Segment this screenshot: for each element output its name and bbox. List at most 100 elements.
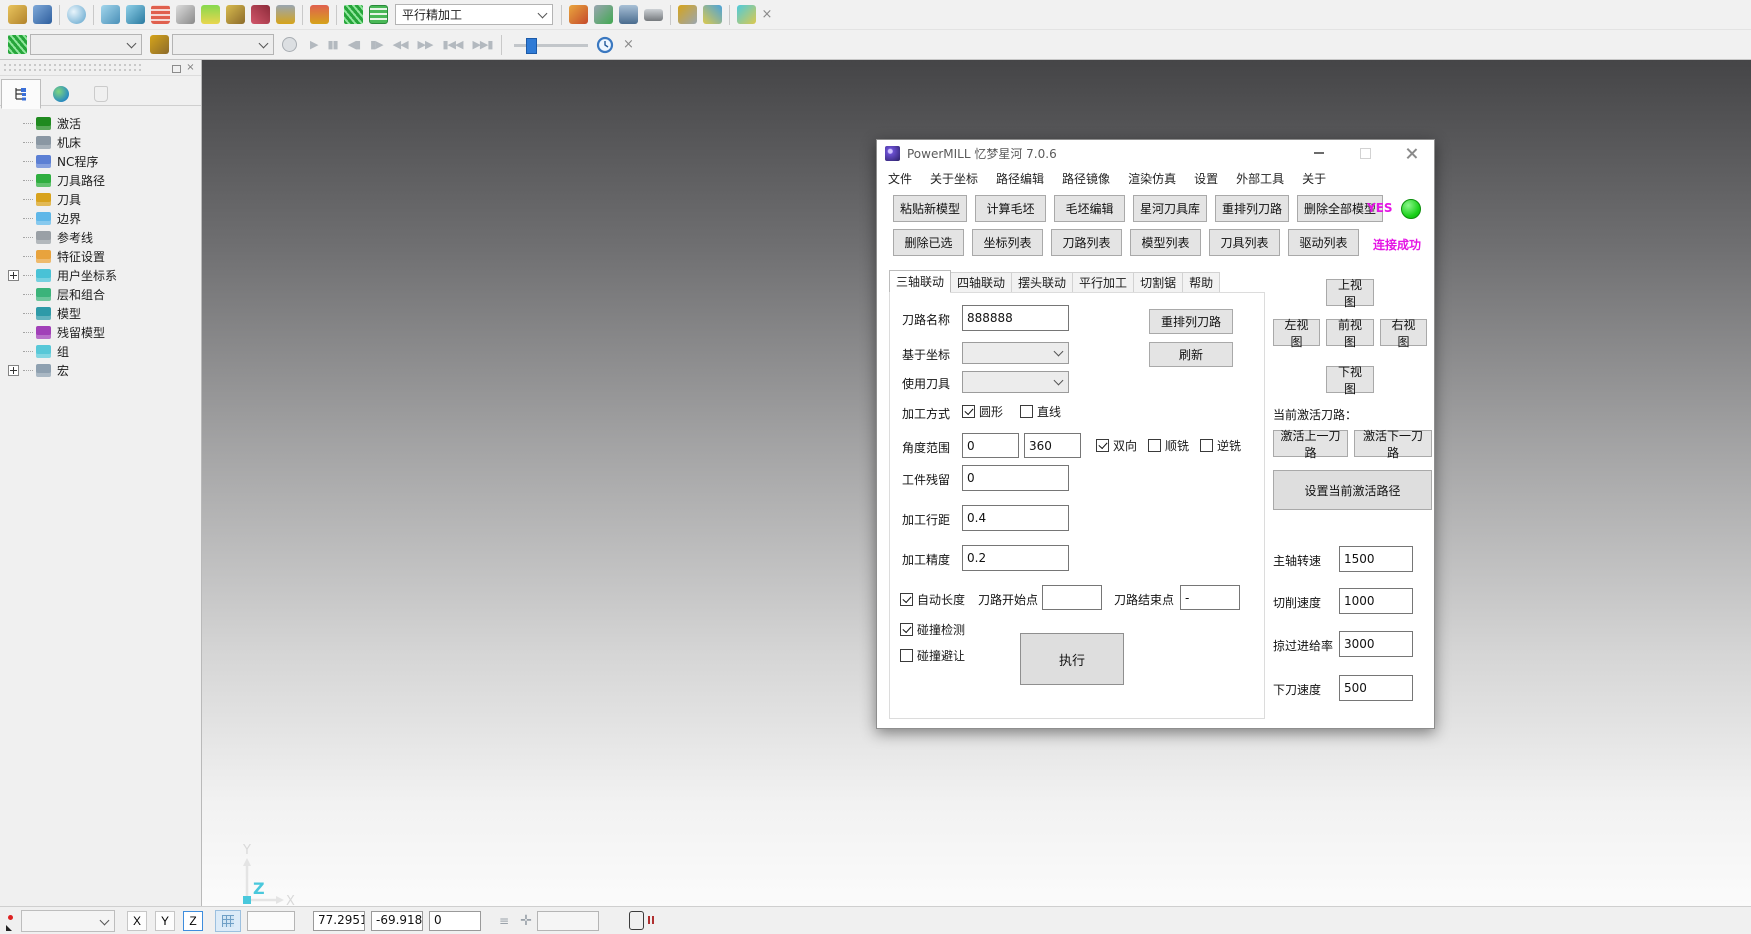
tree-item[interactable]: 刀具 — [2, 190, 201, 209]
slider-handle[interactable] — [526, 38, 537, 54]
tool-pair-icon[interactable] — [678, 5, 697, 24]
checkbox-icon[interactable] — [1096, 439, 1109, 452]
axis-x-button[interactable]: X — [127, 911, 147, 931]
probe-axis-icon[interactable]: ✛ — [520, 913, 532, 929]
action-button[interactable]: 计算毛坯 — [975, 195, 1046, 222]
dialog-tab[interactable]: 切割锯 — [1133, 272, 1183, 293]
action-button[interactable]: 粘贴新模型 — [893, 195, 967, 222]
mode-circle-checkbox[interactable]: 圆形 — [962, 403, 1003, 420]
menu-item[interactable]: 外部工具 — [1227, 170, 1293, 187]
close-button[interactable] — [1388, 140, 1434, 166]
menu-item[interactable]: 关于坐标 — [921, 170, 987, 187]
tree-item[interactable]: 组 — [2, 342, 201, 361]
step-back-icon[interactable]: ◀▮ — [348, 38, 361, 51]
dialog-titlebar[interactable]: PowerMILL 忆梦星河 7.0.6 — [877, 140, 1434, 166]
strategy-dropdown[interactable]: 平行精加工 — [395, 4, 553, 25]
create-block-icon[interactable] — [101, 5, 120, 24]
go-start-icon[interactable]: ▮◀◀ — [442, 38, 462, 51]
save-project-icon[interactable] — [33, 5, 52, 24]
auto-length-checkbox[interactable]: 自动长度 — [900, 591, 965, 608]
sidebar-dock-header[interactable]: × — [0, 60, 201, 76]
checkbox-icon[interactable] — [900, 623, 913, 636]
snap-value-field[interactable] — [247, 911, 295, 931]
print-sphere-icon[interactable] — [67, 5, 86, 24]
collision-avoid-checkbox[interactable]: 碰撞避让 — [900, 647, 965, 664]
tool-red-holder-icon[interactable] — [310, 5, 329, 24]
tool-flame-icon[interactable] — [569, 5, 588, 24]
menu-item[interactable]: 路径镜像 — [1053, 170, 1119, 187]
spindle-speed-input[interactable] — [1339, 546, 1413, 572]
stock-input[interactable] — [962, 465, 1069, 491]
go-end-icon[interactable]: ▶▶▮ — [472, 38, 492, 51]
tree-item[interactable]: 宏 — [2, 361, 201, 380]
coord-z-field[interactable]: 0 — [429, 911, 481, 931]
powermill-ribbon-icon[interactable] — [8, 35, 27, 54]
ruler-icon[interactable] — [644, 9, 663, 21]
rewind-icon[interactable]: ◀◀ — [393, 38, 408, 51]
axis-z-button[interactable]: Z — [183, 911, 203, 931]
tree-item[interactable]: 参考线 — [2, 228, 201, 247]
point-marker-widget[interactable] — [5, 911, 17, 931]
pause-icon[interactable]: ▮▮ — [327, 38, 337, 51]
toolbar-close-icon[interactable]: × — [620, 37, 636, 53]
action-button[interactable]: 模型列表 — [1130, 229, 1201, 256]
menu-item[interactable]: 文件 — [879, 170, 921, 187]
close-panel-icon[interactable]: × — [185, 62, 196, 73]
dialog-tab[interactable]: 三轴联动 — [889, 270, 951, 293]
measure-field[interactable] — [537, 911, 599, 931]
maximize-button[interactable] — [1342, 140, 1388, 166]
rearrange-toolpaths-button[interactable]: 重排列刀路 — [1149, 309, 1233, 334]
strategy-list-icon[interactable] — [369, 5, 388, 24]
transform-arrows-icon[interactable] — [703, 5, 722, 24]
toolpath-name-input[interactable] — [962, 305, 1069, 331]
action-button[interactable]: 刀具列表 — [1209, 229, 1280, 256]
clock-icon[interactable] — [596, 36, 614, 54]
coord-y-field[interactable]: -69.918 — [371, 911, 423, 931]
collision-check-icon[interactable] — [201, 5, 220, 24]
climb-checkbox[interactable]: 顺铣 — [1148, 437, 1189, 454]
recycle-bin-tab[interactable] — [81, 79, 121, 109]
start-point-input[interactable] — [1042, 585, 1102, 610]
stepover-input[interactable] — [962, 505, 1069, 531]
checkbox-icon[interactable] — [1020, 405, 1033, 418]
nc-program-dropdown[interactable] — [30, 34, 142, 55]
tree-item[interactable]: 层和组合 — [2, 285, 201, 304]
refresh-button[interactable]: 刷新 — [1149, 342, 1233, 367]
float-panel-icon[interactable] — [170, 62, 181, 73]
tree-item[interactable]: 用户坐标系 — [2, 266, 201, 285]
item-dropdown[interactable] — [21, 910, 115, 932]
minimize-button[interactable] — [1296, 140, 1342, 166]
tree-item[interactable]: 残留模型 — [2, 323, 201, 342]
action-button[interactable]: 刀路列表 — [1051, 229, 1122, 256]
tool-dropdown[interactable] — [172, 34, 274, 55]
checkbox-icon[interactable] — [962, 405, 975, 418]
view-front-button[interactable]: 前视图 — [1326, 319, 1374, 346]
explorer-tree-tab[interactable] — [1, 79, 41, 109]
lightbulb-icon[interactable] — [282, 37, 297, 52]
tree-item[interactable]: 机床 — [2, 133, 201, 152]
tool-holder-icon[interactable] — [276, 5, 295, 24]
toolbar-close-icon[interactable]: × — [759, 7, 775, 23]
powermill-ribbon-icon[interactable] — [344, 5, 363, 24]
tree-item[interactable]: NC程序 — [2, 152, 201, 171]
view-globe-tab[interactable] — [41, 79, 81, 109]
menu-item[interactable]: 路径编辑 — [987, 170, 1053, 187]
tree-item[interactable]: 特征设置 — [2, 247, 201, 266]
base-coord-dropdown[interactable] — [962, 342, 1069, 364]
dialog-tab[interactable]: 摆头联动 — [1011, 272, 1073, 293]
cutting-speed-input[interactable] — [1339, 588, 1413, 614]
checkbox-icon[interactable] — [1148, 439, 1161, 452]
speed-slider[interactable] — [514, 36, 588, 54]
angle-start-input[interactable] — [962, 433, 1019, 458]
tree-item[interactable]: 刀具路径 — [2, 171, 201, 190]
tolerance-input[interactable] — [962, 545, 1069, 571]
dialog-tab[interactable]: 帮助 — [1182, 272, 1220, 293]
action-button[interactable]: 星河刀具库 — [1133, 195, 1207, 222]
execute-button[interactable]: 执行 — [1020, 633, 1124, 685]
tool-check-icon[interactable] — [594, 5, 613, 24]
skim-feed-input[interactable] — [1339, 631, 1413, 657]
expand-plus-icon[interactable] — [8, 270, 19, 281]
view-right-button[interactable]: 右视图 — [1380, 319, 1427, 346]
checkbox-icon[interactable] — [1200, 439, 1213, 452]
set-active-path-button[interactable]: 设置当前激活路径 — [1273, 470, 1432, 510]
